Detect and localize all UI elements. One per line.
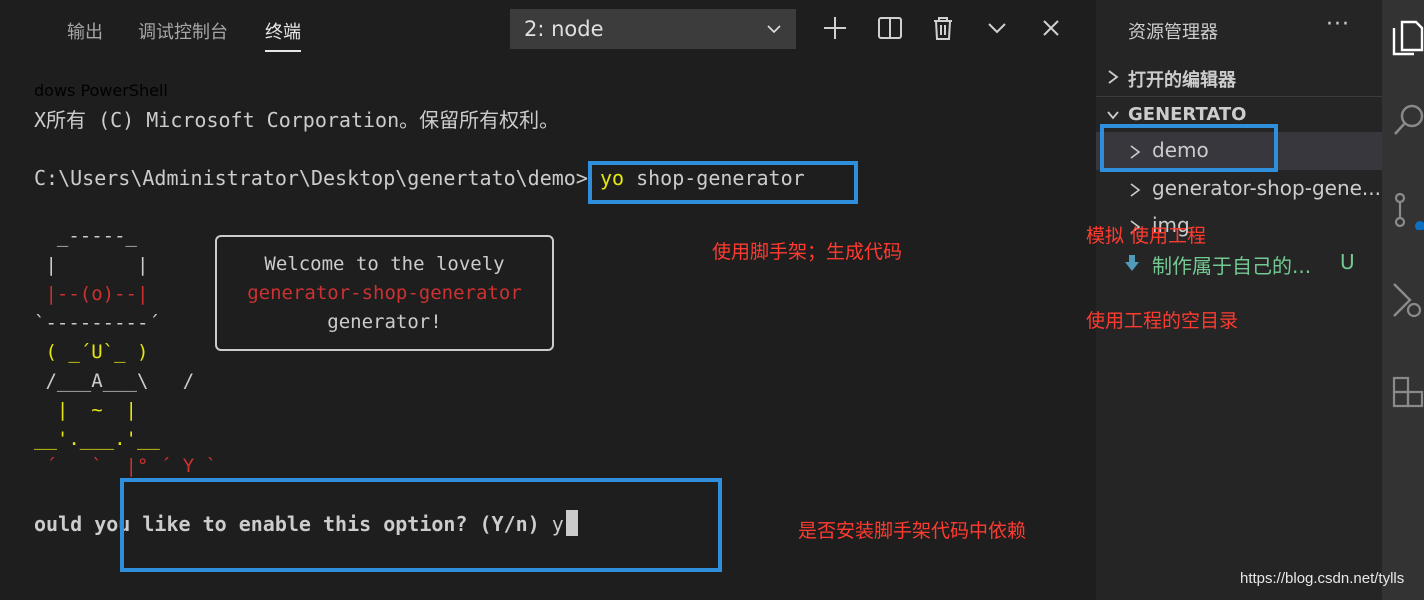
markdown-file-icon bbox=[1125, 255, 1139, 271]
ascii-head: | | bbox=[34, 254, 149, 276]
section-divider bbox=[1096, 96, 1382, 97]
explorer-sidebar: 资源管理器 ··· 打开的编辑器 GENERTATO demo generato… bbox=[1096, 0, 1382, 600]
welcome-line-2: generator-shop-generator bbox=[247, 282, 522, 304]
maximize-panel-icon[interactable] bbox=[983, 14, 1011, 42]
section-project-label: GENERTATO bbox=[1128, 104, 1247, 125]
trash-icon[interactable] bbox=[929, 14, 957, 42]
ascii-face: ( _´U`_ ) bbox=[34, 341, 149, 363]
chevron-down-icon bbox=[1107, 111, 1119, 120]
tree-item-generator[interactable]: generator-shop-gene... bbox=[1096, 170, 1382, 208]
welcome-line-1: Welcome to the lovely bbox=[264, 253, 505, 275]
annotation-simulate: 模拟 使用工程 bbox=[1086, 225, 1207, 247]
files-icon[interactable] bbox=[1390, 16, 1424, 56]
source-control-icon[interactable] bbox=[1390, 190, 1424, 230]
welcome-line-3: generator! bbox=[327, 311, 442, 333]
section-open-editors-label: 打开的编辑器 bbox=[1128, 70, 1236, 91]
terminal-select-value: 2: node bbox=[524, 17, 604, 41]
new-terminal-icon[interactable] bbox=[821, 14, 849, 42]
annotation-install-deps: 是否安装脚手架代码中依赖 bbox=[798, 520, 1027, 542]
annotation-box-demo bbox=[1100, 124, 1278, 172]
panel-tabs: 输出 调试控制台 终端 bbox=[0, 0, 500, 60]
prompt-path: C:\Users\Administrator\Desktop\genertato… bbox=[34, 166, 600, 190]
extensions-icon[interactable] bbox=[1390, 370, 1424, 410]
ascii-hat-top: _-----_ bbox=[34, 225, 137, 247]
search-icon[interactable] bbox=[1390, 100, 1424, 140]
ascii-belly: | ~ | bbox=[34, 399, 137, 421]
ascii-feet: ´ ` |° ´ Y ` bbox=[34, 455, 218, 477]
watermark: https://blog.csdn.net/tylls bbox=[1240, 570, 1405, 587]
explorer-title: 资源管理器 bbox=[1128, 22, 1218, 43]
split-terminal-icon[interactable] bbox=[876, 14, 904, 42]
chevron-right-icon bbox=[1108, 70, 1119, 84]
chevron-right-icon bbox=[1130, 183, 1141, 197]
git-untracked-badge: U bbox=[1340, 250, 1355, 274]
tab-output[interactable]: 输出 bbox=[67, 18, 103, 44]
tree-item-markdown[interactable]: 制作属于自己的... U bbox=[1096, 244, 1382, 282]
ascii-body: /___A___\ / bbox=[34, 370, 195, 392]
tab-terminal[interactable]: 终端 bbox=[265, 18, 301, 52]
annotation-box-command bbox=[588, 161, 858, 204]
annotation-box-question bbox=[120, 478, 722, 572]
terminal-select[interactable]: 2: node bbox=[510, 9, 796, 49]
ascii-chin: `---------´ bbox=[34, 312, 160, 334]
tree-item-label: 制作属于自己的... bbox=[1152, 254, 1312, 278]
terminal-line-copyright: X所有 (C) Microsoft Corporation。保留所有权利。 bbox=[34, 108, 560, 132]
more-actions-icon[interactable]: ··· bbox=[1326, 12, 1350, 37]
close-icon[interactable] bbox=[1037, 14, 1065, 42]
section-open-editors[interactable]: 打开的编辑器 bbox=[1096, 62, 1382, 96]
chevron-down-icon bbox=[767, 25, 781, 34]
ascii-legs: __'.___.'__ bbox=[34, 428, 160, 450]
activity-bar bbox=[1382, 0, 1424, 600]
terminal-line-banner: dows PowerShell bbox=[34, 81, 168, 100]
tab-debug-console[interactable]: 调试控制台 bbox=[138, 18, 228, 44]
annotation-scaffold: 使用脚手架；生成代码 bbox=[712, 241, 903, 263]
terminal-panel: 输出 调试控制台 终端 2: node dows PowerShell X所有 … bbox=[0, 0, 1096, 600]
tree-item-label: generator-shop-gene... bbox=[1152, 176, 1381, 200]
welcome-text: Welcome to the lovely generator-shop-gen… bbox=[215, 250, 554, 337]
annotation-empty-dir: 使用工程的空目录 bbox=[1086, 310, 1239, 332]
debug-icon[interactable] bbox=[1390, 280, 1424, 320]
ascii-eyes: |--(o)--| bbox=[34, 283, 149, 305]
